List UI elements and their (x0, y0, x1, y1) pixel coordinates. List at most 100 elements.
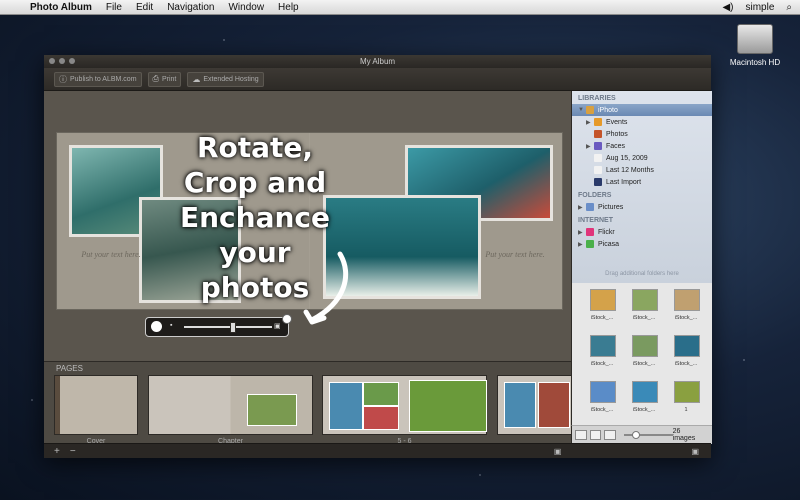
text-placeholder[interactable]: Put your text here. (485, 249, 545, 261)
media-thumbnail[interactable] (590, 289, 616, 311)
sidebar-item-label: Events (606, 118, 628, 126)
large-image-icon: ▣ (274, 323, 281, 330)
disclosure-triangle-icon[interactable]: ▶ (586, 143, 594, 150)
page-thumbnail[interactable]: Cover (54, 375, 138, 445)
media-caption: iStock_... (590, 315, 614, 321)
sidebar-item[interactable]: Photos (572, 128, 712, 140)
hard-disk-icon (737, 24, 773, 54)
cloud-icon: ☁ (192, 74, 201, 84)
source-icon (594, 178, 602, 186)
media-footer: 26 images (571, 425, 712, 444)
page-thumbnail[interactable]: Chapter (148, 375, 313, 445)
sidebar-item-label: Aug 15, 2009 (606, 154, 648, 162)
rotate-knob[interactable] (151, 321, 162, 332)
menu-navigation[interactable]: Navigation (167, 2, 214, 13)
page-thumbnail[interactable]: 5 - 6 (322, 375, 487, 445)
media-caption: iStock_... (590, 361, 614, 367)
sidebar-section-header: FOLDERS (578, 192, 612, 199)
media-caption: iStock_... (632, 361, 656, 367)
menu-help[interactable]: Help (278, 2, 299, 13)
media-caption: iStock_... (632, 407, 656, 413)
mini-photo (247, 394, 297, 426)
page-thumbnail[interactable] (497, 375, 573, 435)
source-icon (594, 142, 602, 150)
sidebar-item[interactable]: ▼ iPhoto (572, 104, 712, 116)
menu-file[interactable]: File (106, 2, 122, 13)
add-page-button[interactable]: + (54, 446, 60, 457)
remove-page-button[interactable]: − (70, 446, 76, 457)
menu-window[interactable]: Window (228, 2, 264, 13)
sidebar-item[interactable]: ▶ Flickr (572, 226, 712, 238)
sidebar-item[interactable]: ▶ Faces (572, 140, 712, 152)
zoom-track[interactable] (184, 326, 272, 328)
disclosure-triangle-icon[interactable]: ▶ (586, 119, 594, 126)
media-thumbnail[interactable] (590, 335, 616, 357)
source-icon (586, 203, 594, 211)
volume-icon[interactable]: ◀) (722, 2, 733, 13)
media-caption: iStock_... (674, 361, 698, 367)
text-placeholder[interactable]: Put your text here. (81, 249, 141, 261)
mini-photo (538, 382, 570, 428)
sidebar-item-label: Photos (606, 130, 628, 138)
sidebar-item-label: Last 12 Months (606, 166, 654, 174)
window-titlebar: My Album (44, 55, 711, 68)
close-window-button[interactable] (49, 58, 55, 64)
disclosure-triangle-icon[interactable]: ▶ (578, 229, 586, 236)
sidebar-item[interactable]: ▶ Picasa (572, 238, 712, 250)
list-view-button[interactable] (589, 430, 602, 440)
menu-user[interactable]: simple (745, 2, 774, 13)
mini-photo (363, 406, 399, 430)
desktop-hd-icon[interactable]: Macintosh HD (720, 24, 790, 67)
sidebar-item[interactable]: Last 12 Months (572, 164, 712, 176)
hosting-label: Extended Hosting (203, 75, 259, 83)
disclosure-triangle-icon[interactable]: ▼ (578, 107, 586, 113)
printer-icon: ⎙ (152, 74, 159, 83)
media-caption: iStock_... (674, 315, 698, 321)
thumbnail-size-slider[interactable] (624, 431, 673, 439)
disclosure-triangle-icon[interactable]: ▶ (578, 241, 586, 248)
minimize-window-button[interactable] (59, 58, 65, 64)
grid-view-button[interactable] (575, 430, 587, 440)
source-icon (586, 106, 594, 114)
sidebar-section-header: INTERNET (578, 217, 613, 224)
sidebar-item[interactable]: Aug 15, 2009 (572, 152, 712, 164)
media-thumbnail[interactable] (674, 335, 700, 357)
source-icon (594, 118, 602, 126)
media-thumbnail[interactable] (590, 381, 616, 403)
zoom-thumb[interactable] (230, 322, 236, 333)
sidebar-item[interactable]: Last Import (572, 176, 712, 188)
sidebar-item-label: iPhoto (598, 106, 618, 114)
info-icon: ⓘ (59, 74, 67, 84)
publish-button[interactable]: ⓘ Publish to ALBM.com (54, 71, 142, 87)
menu-edit[interactable]: Edit (136, 2, 153, 13)
disclosure-triangle-icon[interactable]: ▶ (578, 204, 586, 211)
zoom-window-button[interactable] (69, 58, 75, 64)
media-browser: iStock_... iStock_... iStock_... iStock_...… (571, 283, 712, 425)
pages-label: PAGES (56, 364, 83, 373)
spotlight-icon[interactable]: ⌕ (786, 2, 792, 13)
media-thumbnail[interactable] (632, 335, 658, 357)
sidebar-item-label: Pictures (598, 203, 624, 211)
photo-edit-slider[interactable]: ▪ ▣ (145, 314, 292, 337)
media-thumbnail[interactable] (632, 289, 658, 311)
small-image-icon: ▪ (170, 322, 173, 329)
mini-photo (363, 382, 399, 406)
sidebar-item-label: Last Import (606, 178, 642, 186)
media-thumbnail[interactable] (632, 381, 658, 403)
sidebar-item[interactable]: ▶ Pictures (572, 201, 712, 213)
close-slider-button[interactable] (282, 314, 292, 324)
mini-photo (329, 382, 363, 430)
media-thumbnail[interactable] (674, 381, 700, 403)
detail-view-button[interactable] (604, 430, 617, 440)
layout-toggle-icon[interactable]: ▣ (554, 447, 562, 456)
source-icon (586, 228, 594, 236)
menu-app-name[interactable]: Photo Album (30, 2, 92, 13)
sidebar-item[interactable]: ▶ Events (572, 116, 712, 128)
print-button[interactable]: ⎙ Print (147, 71, 182, 87)
extended-hosting-button[interactable]: ☁ Extended Hosting (187, 71, 264, 87)
sidebar-item-label: Faces (606, 142, 626, 150)
media-thumbnail[interactable] (674, 289, 700, 311)
print-label: Print (161, 75, 177, 83)
overlay-line: Enchance (179, 201, 330, 234)
sidebar-toggle-icon[interactable]: ▣ (691, 447, 699, 456)
